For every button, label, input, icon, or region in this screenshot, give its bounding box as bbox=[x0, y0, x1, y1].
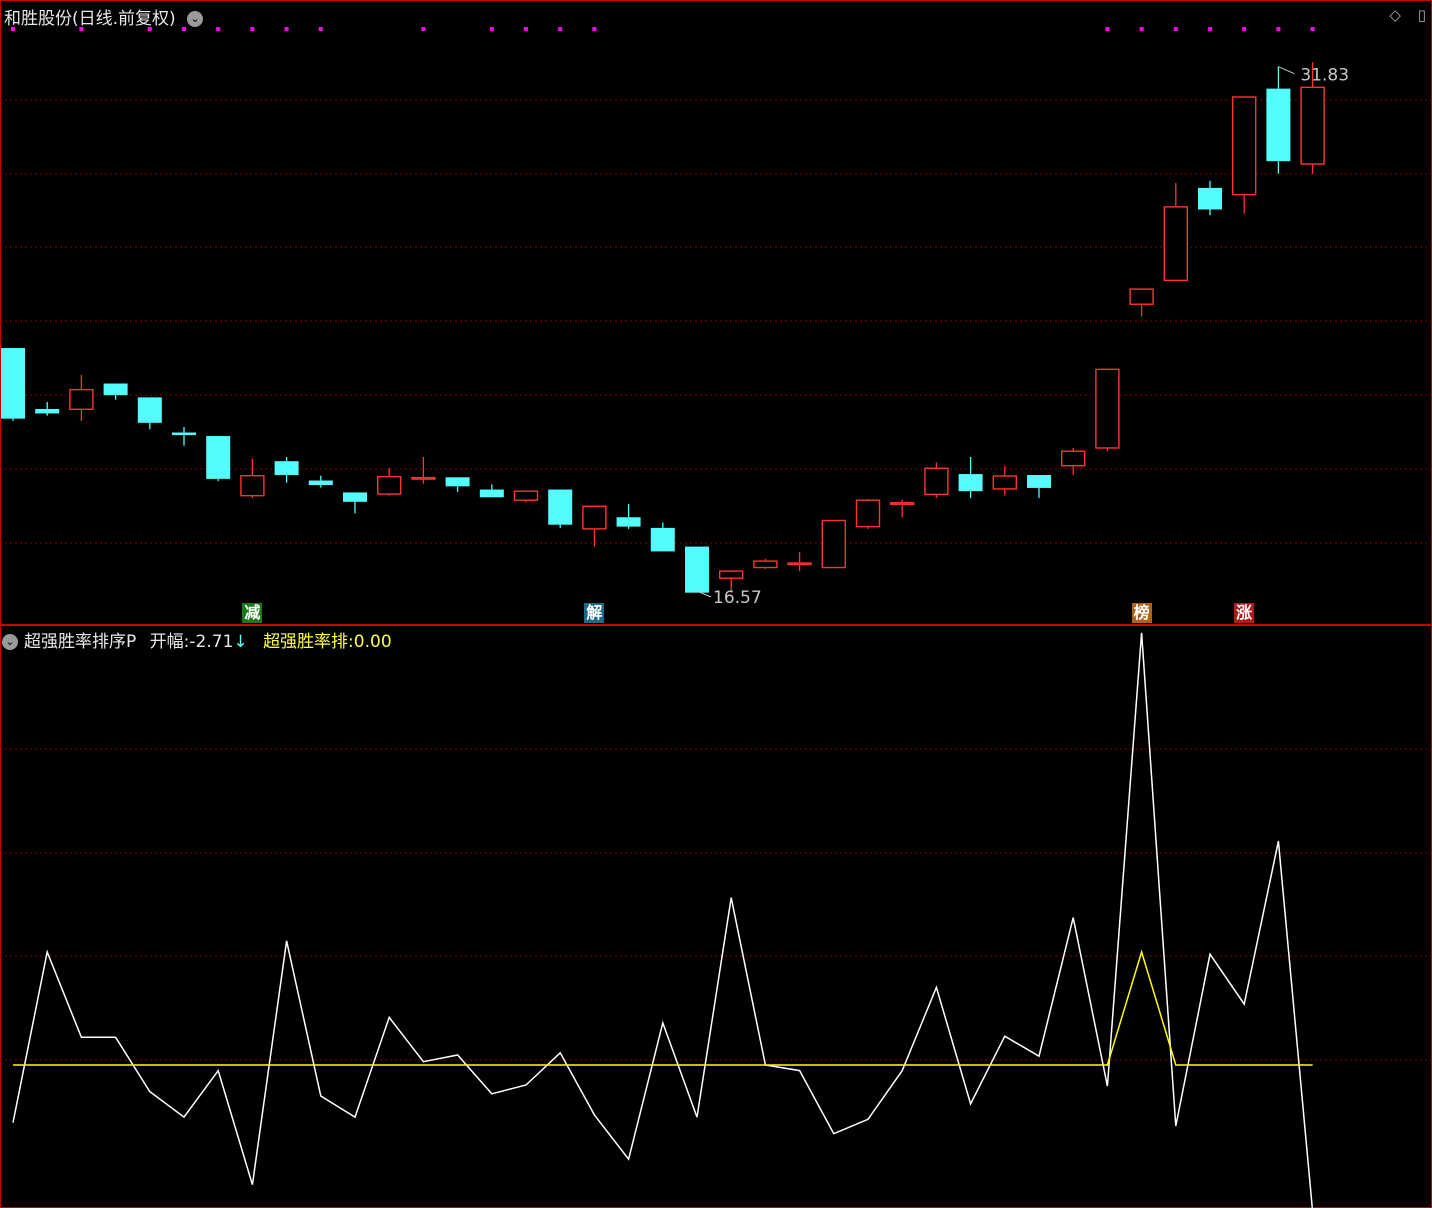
top-marker bbox=[1276, 27, 1281, 31]
open-amplitude-line bbox=[12, 632, 1314, 1208]
min-price-label: 16.57 bbox=[713, 588, 762, 608]
candle-body bbox=[445, 477, 470, 487]
candle-body bbox=[206, 436, 231, 479]
candle-body bbox=[821, 519, 846, 569]
top-marker bbox=[284, 27, 289, 31]
candle-body bbox=[35, 408, 60, 414]
top-marker bbox=[1310, 27, 1315, 31]
candle-body bbox=[1, 348, 25, 419]
candle-body bbox=[548, 489, 573, 525]
candle-body bbox=[137, 397, 162, 423]
signal-label: 榜 bbox=[1131, 603, 1152, 623]
candle-body bbox=[719, 570, 744, 579]
top-marker bbox=[1208, 27, 1212, 31]
top-marker bbox=[1242, 27, 1247, 31]
candle-body bbox=[1163, 206, 1189, 282]
candle-body bbox=[855, 499, 881, 528]
top-marker bbox=[558, 27, 563, 31]
max-price-label: 31.83 bbox=[1300, 66, 1349, 86]
top-marker bbox=[489, 27, 494, 31]
candle-body bbox=[1231, 96, 1257, 196]
candle-body bbox=[1027, 475, 1051, 488]
candle-body bbox=[958, 474, 983, 492]
candle-body bbox=[1300, 86, 1325, 165]
top-marker bbox=[79, 27, 84, 31]
top-marker bbox=[250, 27, 255, 31]
candle-body bbox=[343, 492, 367, 502]
candle-body bbox=[1060, 450, 1086, 467]
candle-body bbox=[308, 480, 333, 486]
top-marker bbox=[147, 27, 152, 31]
candle-body bbox=[616, 517, 641, 527]
top-marker bbox=[11, 27, 15, 31]
top-marker bbox=[1139, 27, 1144, 31]
candle-body bbox=[103, 383, 128, 396]
signal-label: 涨 bbox=[1234, 603, 1255, 623]
top-marker bbox=[592, 27, 597, 31]
candle-body bbox=[377, 475, 402, 495]
candle-body bbox=[1198, 187, 1222, 210]
top-marker bbox=[182, 27, 186, 31]
candle-body bbox=[890, 502, 915, 505]
candle-body bbox=[582, 505, 607, 530]
top-marker bbox=[216, 27, 221, 31]
top-marker bbox=[1105, 27, 1110, 31]
signal-label: 解 bbox=[584, 603, 605, 623]
max-pointer bbox=[1278, 66, 1295, 75]
candle-body bbox=[513, 490, 539, 501]
signal-label: 减 bbox=[242, 603, 263, 623]
candle-body bbox=[172, 432, 196, 436]
candle-body bbox=[1095, 368, 1120, 449]
candle-body bbox=[479, 489, 504, 498]
rank-line bbox=[13, 949, 1313, 1066]
candle-body bbox=[240, 474, 265, 497]
top-marker bbox=[524, 27, 528, 31]
candle-body bbox=[69, 388, 94, 410]
price-chart[interactable]: 31.83 16.57 bbox=[0, 0, 1432, 1208]
top-marker bbox=[318, 27, 323, 31]
candle-body bbox=[753, 560, 778, 569]
candle-body bbox=[1129, 288, 1154, 305]
candle-body bbox=[650, 527, 675, 552]
candle-body bbox=[787, 562, 812, 566]
candle-body bbox=[274, 461, 299, 476]
top-marker bbox=[1173, 27, 1178, 31]
candle-body bbox=[411, 476, 436, 480]
candle-body bbox=[924, 467, 949, 496]
candle-body bbox=[1266, 88, 1291, 162]
top-marker bbox=[421, 27, 426, 31]
candle-body bbox=[685, 546, 709, 593]
candle-body bbox=[992, 475, 1017, 490]
